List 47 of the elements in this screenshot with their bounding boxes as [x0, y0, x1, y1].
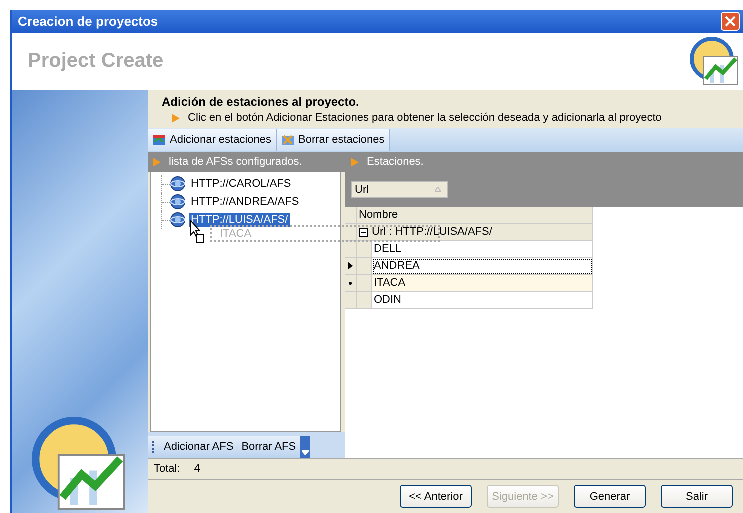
- arrow-icon: [153, 158, 161, 166]
- row-indent: [357, 241, 372, 258]
- total-label: Total:: [154, 463, 180, 475]
- station-delete-icon: [280, 133, 295, 147]
- panel-title: Estaciones.: [367, 156, 424, 168]
- instruction-text: Clic en el botón Adicionar Estaciones para obtener la selección deseada y adicionarla al proyecto: [188, 112, 662, 124]
- section-heading: Adición de estaciones al proyecto.: [162, 95, 360, 109]
- row-indent: [357, 292, 372, 309]
- globe-icon: [170, 176, 186, 192]
- table-cell[interactable]: ANDREA: [372, 258, 593, 275]
- toolbar-button[interactable]: Borrar AFS: [238, 437, 300, 457]
- table-cell[interactable]: DELL: [372, 241, 593, 258]
- toolbar-button[interactable]: Adicionar estaciones: [148, 129, 277, 151]
- chart-logo-icon: [32, 417, 128, 513]
- row-header[interactable]: [345, 258, 357, 275]
- header-title: Project Create: [28, 50, 164, 73]
- row-header[interactable]: [345, 275, 357, 292]
- panel-title: lista de AFSs configurados.: [169, 156, 302, 168]
- sort-icon: [435, 187, 441, 192]
- chart-logo-icon: [690, 36, 740, 86]
- toolbar-button[interactable]: Adicionar AFS: [160, 437, 238, 457]
- tree-item[interactable]: HTTP://CAROL/AFS: [189, 177, 294, 191]
- nav-button[interactable]: Salir: [661, 485, 733, 508]
- close-button[interactable]: [721, 12, 740, 31]
- toolbar-button[interactable]: Borrar estaciones: [276, 129, 390, 151]
- globe-icon: [170, 212, 186, 228]
- table-cell[interactable]: ITACA: [372, 275, 593, 292]
- collapse-toggle[interactable]: [359, 228, 368, 236]
- globe-icon: [170, 194, 186, 210]
- tree-item[interactable]: HTTP://ANDREA/AFS: [189, 195, 302, 209]
- window-title: Creacion de proyectos: [18, 14, 158, 29]
- overflow-button[interactable]: [300, 436, 310, 458]
- tree-item[interactable]: HTTP://LUISA/AFS/: [189, 213, 290, 227]
- nav-button[interactable]: Generar: [574, 485, 646, 508]
- bullet-icon: [172, 114, 180, 122]
- nav-button[interactable]: << Anterior: [400, 485, 472, 508]
- close-icon: [725, 16, 736, 27]
- arrow-icon: [351, 158, 359, 166]
- group-row[interactable]: Url : HTTP://LUISA/AFS/: [357, 224, 593, 241]
- total-value: 4: [194, 463, 200, 475]
- column-header[interactable]: Nombre: [357, 207, 593, 224]
- station-add-icon: [152, 133, 166, 147]
- group-by-field[interactable]: Url: [351, 181, 448, 198]
- row-indent: [357, 275, 372, 292]
- row-indent: [357, 258, 372, 275]
- dropdown-icon: [302, 449, 309, 455]
- table-cell[interactable]: ODIN: [372, 292, 593, 309]
